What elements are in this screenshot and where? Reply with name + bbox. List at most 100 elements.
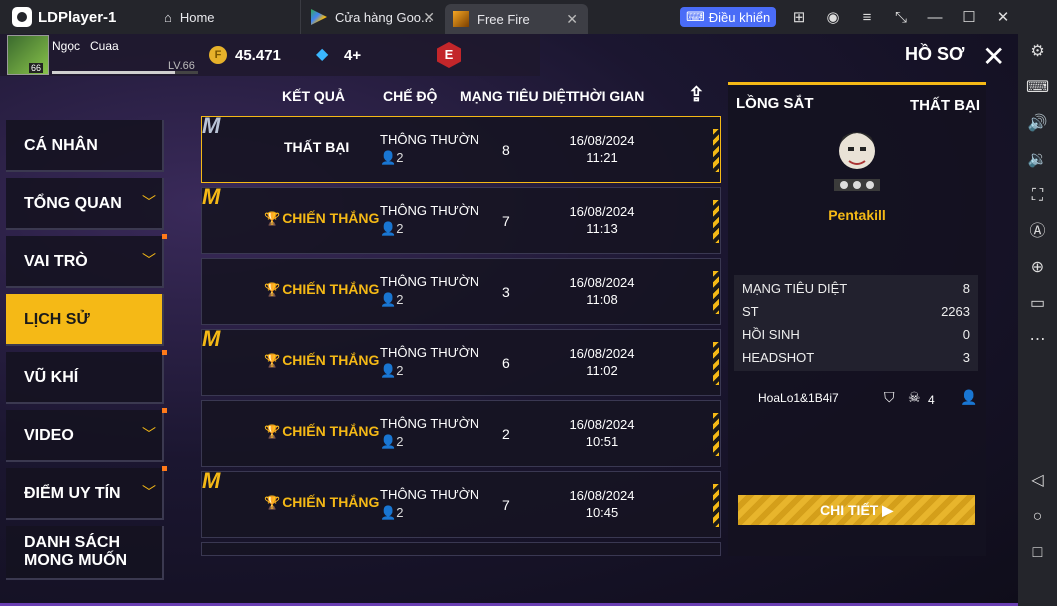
menu-icon[interactable]: ≡ [850,9,884,26]
person-icon: 👤 [380,292,397,307]
trophy-icon: 🏆 [264,353,281,368]
play-store-icon [311,9,327,25]
match-badge-icon: M [202,113,221,138]
menu-item-tong-quan[interactable]: TỔNG QUAN ﹀ [6,178,164,230]
volume-up-icon[interactable]: 🔊 [1018,106,1057,142]
minimize-icon[interactable]: — [918,9,952,26]
result-label: 🏆 CHIẾN THẮNG [264,210,379,227]
menu-item-lich-su[interactable]: LỊCH SỬ [6,294,164,346]
match-badge-icon: M [202,184,221,209]
add-apk-icon[interactable]: ⊕ [1018,250,1057,286]
table-row[interactable]: M 🏆CHIẾN THẮNG THÔNG THƯỜNG-I 👤2 7 16/08… [201,468,721,538]
player-name: HoaLo1&1B4i7 [758,391,839,405]
notification-dot [162,408,167,413]
tab-home[interactable]: ⌂ Home [150,0,300,34]
tab-play-store[interactable]: Cửa hàng Goo... ✕ [300,0,445,34]
table-row[interactable]: M THẤT BẠI THÔNG THƯỜNG-B 👤2 8 16/08/202… [201,113,721,183]
volume-down-icon[interactable]: 🔉 [1018,142,1057,178]
header-kills: MẠNG TIÊU DIỆT [460,88,575,104]
trophy-icon: 🏆 [264,424,281,439]
menu-item-vu-khi[interactable]: VŨ KHÍ [6,350,167,404]
display-icon[interactable]: ▭ [1018,286,1057,322]
date-value: 16/08/2024 [569,204,635,219]
title-bar: LDPlayer-1 ⌂ Home Cửa hàng Goo... ✕ Free… [0,0,1057,34]
player-hud: 66 Ngọc Cuaa LV.66 F 45.471 ◆ 4+ E [0,34,540,76]
stat-label: ST [742,304,759,319]
home-icon: ⌂ [164,9,172,25]
mode-label: THÔNG THƯỜNG-B [380,274,478,289]
account-icon[interactable]: ◉ [816,8,850,26]
time-value: 11:13 [586,221,618,236]
stat-label: HEADSHOT [742,350,815,365]
settings-icon[interactable]: ⚙ [1018,34,1057,70]
share-icon[interactable]: ⇪ [688,82,705,107]
menu-item-video[interactable]: VIDEO ﹀ [6,408,167,462]
recent-apps-icon[interactable]: □ [1018,535,1057,571]
diamond-count[interactable]: 4+ [344,47,361,64]
stat-value: 8 [962,281,970,296]
add-friend-icon[interactable]: 👤 [960,389,977,406]
notification-dot [162,466,167,471]
notification-dot [162,350,167,355]
gold-coin-icon: F [209,46,227,64]
table-row[interactable]: M 🏆CHIẾN THẮNG THÔNG THƯỜNG-B 👤2 7 16/08… [201,184,721,254]
date-value: 16/08/2024 [569,417,635,432]
header-mode: CHẾ ĐỘ [383,88,438,104]
time-value: 10:45 [585,505,619,520]
table-row[interactable]: 🏆CHIẾN THẮNG THÔNG THƯỜNG-I 👤2 2 16/08/2… [201,400,721,467]
xp-bar [52,71,198,74]
home-circle-icon[interactable]: ○ [1018,499,1057,535]
table-row[interactable]: 🏆CHIẾN THẮNG THÔNG THƯỜNG-B 👤2 3 16/08/2… [201,258,721,325]
close-window-icon[interactable]: ✕ [986,8,1020,26]
maximize-icon[interactable]: ☐ [952,8,986,26]
kills-value: 8 [502,142,510,158]
control-button[interactable]: ⌨ Điều khiển [680,7,777,27]
result-label: 🏆 CHIẾN THẮNG [264,423,379,440]
details-button[interactable]: CHI TIẾT ▶ [738,495,975,525]
kill-count: 4 [928,393,935,407]
shrink-icon[interactable]: ⤡ [884,9,918,26]
gamepad-icon[interactable]: ⊞ [782,8,816,26]
players: 👤2 [380,150,403,166]
stat-value: 2263 [941,304,970,319]
person-icon: 👤 [380,221,397,236]
app-logo: LDPlayer-1 [0,7,150,27]
menu-item-ca-nhan[interactable]: CÁ NHÂN [6,120,164,172]
elite-badge[interactable]: E [437,42,461,68]
close-icon[interactable]: ✕ [982,40,1005,73]
person-icon: 👤 [380,150,397,165]
details-button-label: CHI TIẾT [820,502,879,518]
match-detail-panel: LỒNG SẮT THẤT BẠI Pentakill MẠNG TIÊU DI… [728,82,986,556]
menu-label: LỊCH SỬ [24,311,90,328]
menu-item-danh-sach-mong-muon[interactable]: DANH SÁCH MONG MUỐN [6,526,164,580]
notification-dot [162,234,167,239]
close-tab-icon[interactable]: ✕ [423,9,435,26]
player-count: 2 [396,292,404,307]
player-name-2: Cuaa [90,39,119,53]
ldplayer-logo-icon [12,7,32,27]
person-icon: 👤 [380,505,397,520]
menu-label: TỔNG QUAN [24,195,122,212]
tab-store-label: Cửa hàng Goo... [335,9,432,25]
screenshot-icon[interactable]: ⛶ [1018,178,1057,214]
auto-icon[interactable]: Ⓐ [1018,214,1057,250]
tab-free-fire[interactable]: Free Fire ✕ [445,4,588,34]
chevron-down-icon: ﹀ [142,426,156,442]
table-row[interactable]: M 🏆CHIẾN THẮNG THÔNG THƯỜNG-I 👤2 6 16/08… [201,326,721,396]
pentakill-icon [834,132,880,191]
tab-home-label: Home [179,9,215,25]
emulator-sidebar: ⚙ ⌨ 🔊 🔉 ⛶ Ⓐ ⊕ ▭ ⋯ ◁ ○ □ [1018,34,1057,606]
person-icon: 👤 [380,434,397,449]
table-row[interactable] [201,542,721,556]
stats-box: MẠNG TIÊU DIỆT 8 ST 2263 HỒI SINH 0 HEAD… [734,275,978,371]
more-icon[interactable]: ⋯ [1018,322,1057,358]
menu-item-diem-uy-tin[interactable]: ĐIỂM UY TÍN ﹀ [6,466,167,520]
back-icon[interactable]: ◁ [1018,463,1057,499]
player-count: 2 [396,505,404,520]
close-tab-icon[interactable]: ✕ [566,11,578,28]
menu-label: DANH SÁCH [24,534,120,551]
keyboard-icon[interactable]: ⌨ [1018,70,1057,106]
menu-item-vai-tro[interactable]: VAI TRÒ ﹀ [6,234,167,288]
mode-label: THÔNG THƯỜNG-I [380,487,478,502]
kills-value: 2 [502,426,510,442]
